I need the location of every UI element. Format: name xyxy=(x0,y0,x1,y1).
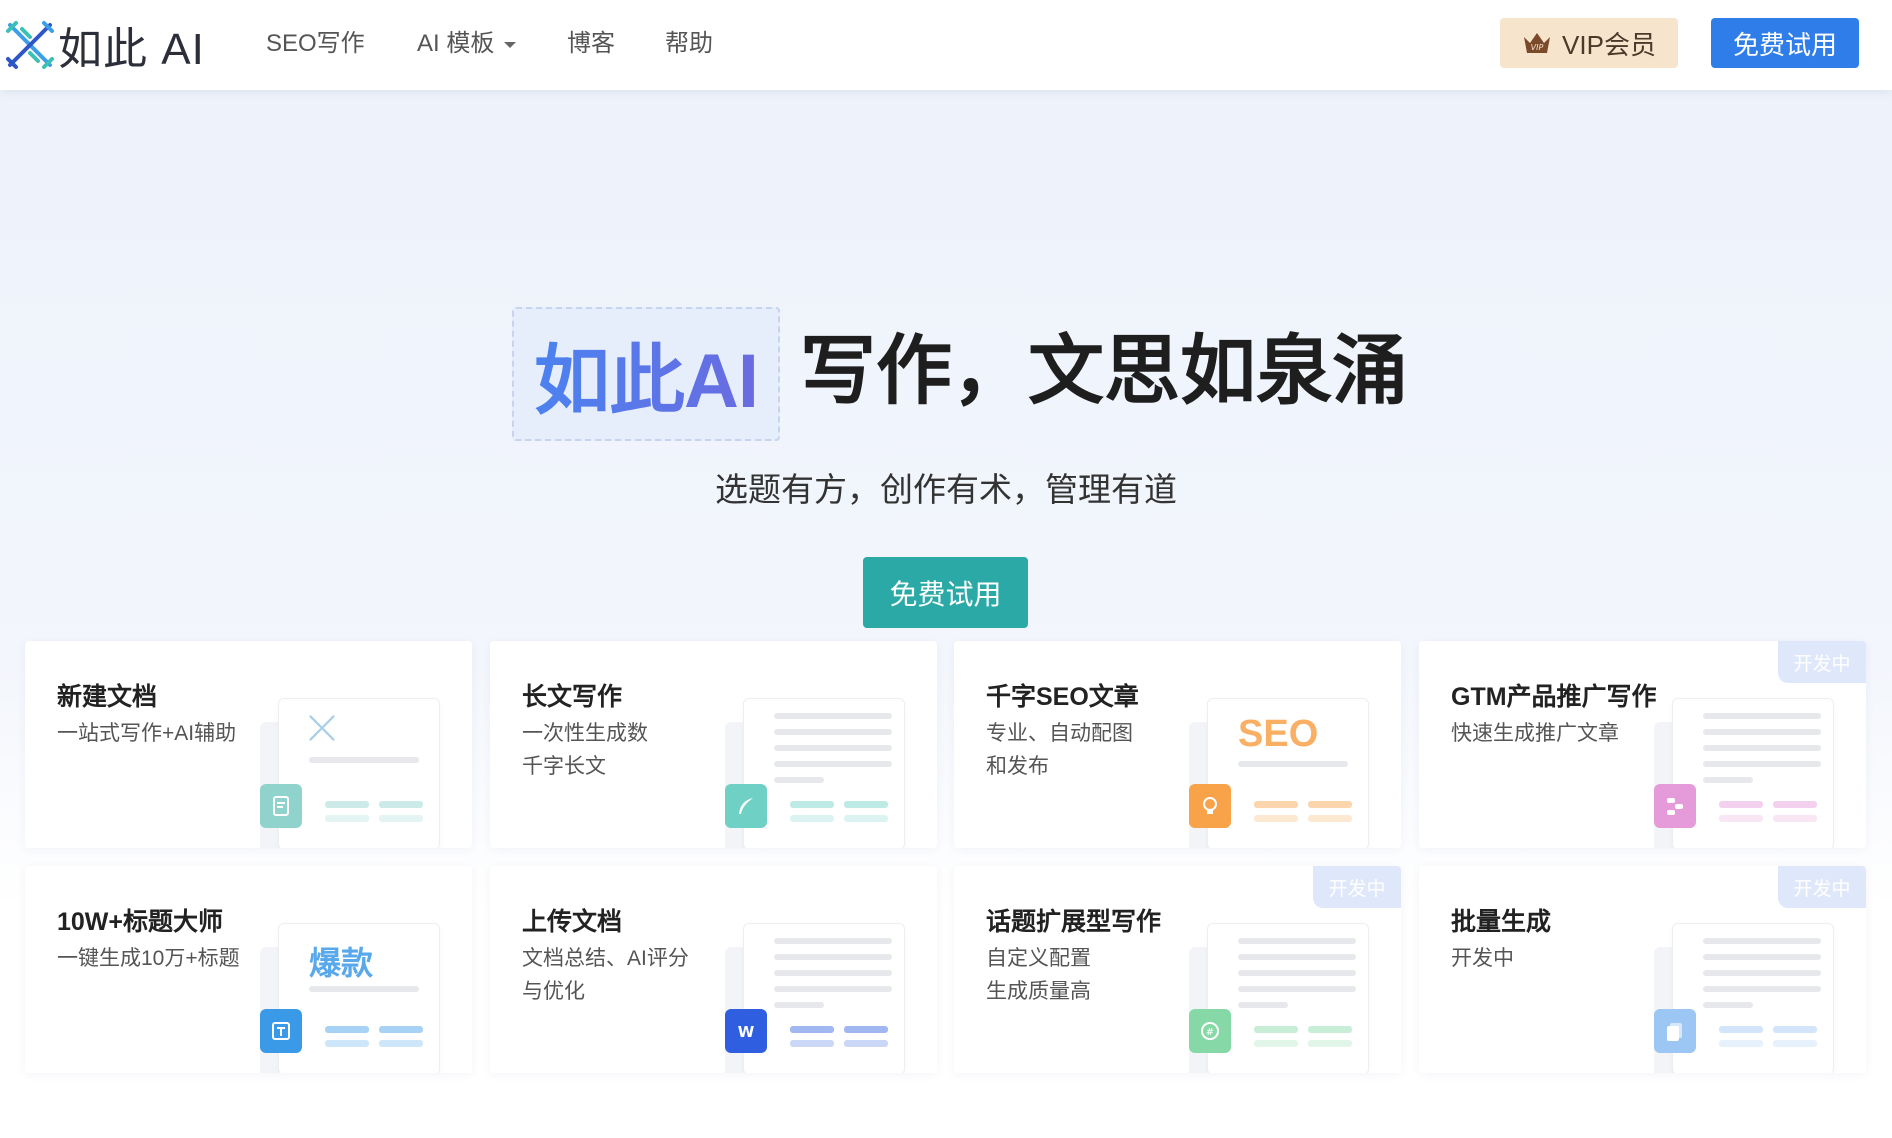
nav-ai-templates-label: AI 模板 xyxy=(417,30,495,57)
card-description: 开发中 xyxy=(1451,947,1514,970)
nav-seo-writing[interactable]: SEO写作 xyxy=(266,26,365,62)
card-title: 千字SEO文章 xyxy=(986,683,1139,711)
feather-icon xyxy=(725,784,767,828)
feature-card-seo-article[interactable]: 千字SEO文章专业、自动配图 和发布 SEO xyxy=(954,641,1401,848)
card-title: 10W+标题大师 xyxy=(57,908,224,936)
vip-membership-button[interactable]: VIP VIP会员 xyxy=(1500,18,1678,68)
nav-help[interactable]: 帮助 xyxy=(665,26,713,62)
card-illustration: 爆款 xyxy=(260,923,460,1073)
card-description: 自定义配置 生成质量高 xyxy=(986,947,1091,1003)
card-description: 快速生成推广文章 xyxy=(1451,722,1619,745)
card-description: 文档总结、AI评分 与优化 xyxy=(522,947,689,1003)
nav-blog[interactable]: 博客 xyxy=(567,26,615,62)
card-illustration: # xyxy=(1189,923,1389,1073)
in-development-badge: 开发中 xyxy=(1778,866,1866,908)
feature-card-gtm-promo-writing[interactable]: GTM产品推广写作快速生成推广文章 开发中 xyxy=(1419,641,1866,848)
card-title: 批量生成 xyxy=(1451,908,1552,936)
brand-logo[interactable]: 如此 AI xyxy=(4,18,205,74)
free-trial-button[interactable]: 免费试用 xyxy=(1711,18,1859,68)
hero-brand: 如此AI xyxy=(534,319,759,429)
flow-icon xyxy=(1654,784,1696,828)
card-title: 上传文档 xyxy=(522,908,623,936)
hashtag-icon: # xyxy=(1189,1009,1231,1053)
feature-card-long-form-writing[interactable]: 长文写作一次性生成数 千字长文 xyxy=(490,641,937,848)
in-development-badge: 开发中 xyxy=(1778,641,1866,683)
card-illustration xyxy=(725,698,925,848)
card-title: 话题扩展型写作 xyxy=(986,908,1162,936)
logo-text: 如此 AI xyxy=(58,25,205,74)
top-navbar: 如此 AI SEO写作 AI 模板 博客 帮助 VIP VIP会员 免费试用 xyxy=(0,0,1892,90)
feature-card-new-document[interactable]: 新建文档一站式写作+AI辅助 xyxy=(25,641,472,848)
card-description: 专业、自动配图 和发布 xyxy=(986,722,1133,778)
text-t-icon xyxy=(260,1009,302,1053)
card-illustration xyxy=(1654,923,1854,1073)
card-illustration xyxy=(1654,698,1854,848)
card-illustration: W xyxy=(725,923,925,1073)
logo-mark-icon xyxy=(309,715,335,741)
illustration-keyword: SEO xyxy=(1238,713,1319,755)
hero-subtitle: 选题有方，创作有术，管理有道 xyxy=(715,471,1177,508)
batch-docs-icon xyxy=(1654,1009,1696,1053)
svg-text:VIP: VIP xyxy=(1531,43,1544,52)
card-illustration: SEO xyxy=(1189,698,1389,848)
card-description: 一次性生成数 千字长文 xyxy=(522,722,648,778)
feature-card-topic-expansion-writing[interactable]: 话题扩展型写作自定义配置 生成质量高 开发中 # xyxy=(954,866,1401,1073)
nav-ai-templates[interactable]: AI 模板 xyxy=(417,26,517,62)
hero-free-trial-button[interactable]: 免费试用 xyxy=(863,557,1028,628)
feature-card-upload-document[interactable]: 上传文档文档总结、AI评分 与优化 W xyxy=(490,866,937,1073)
vip-crown-icon: VIP xyxy=(1524,33,1551,53)
logo-mark-icon xyxy=(6,21,54,69)
lightbulb-icon xyxy=(1189,784,1231,828)
svg-text:#: # xyxy=(1206,1027,1214,1038)
chevron-down-icon xyxy=(504,41,517,48)
card-title: GTM产品推广写作 xyxy=(1451,683,1657,711)
vip-label: VIP会员 xyxy=(1562,29,1656,60)
word-icon: W xyxy=(725,1009,767,1053)
card-description: 一键生成10万+标题 xyxy=(57,947,240,970)
document-icon xyxy=(260,784,302,828)
feature-card-batch-generation[interactable]: 批量生成 开发中 开发中 xyxy=(1419,866,1866,1073)
svg-text:W: W xyxy=(738,1023,755,1041)
hero-brand-badge: 如此AI xyxy=(512,307,780,441)
feature-card-headline-master[interactable]: 10W+标题大师一键生成10万+标题 爆款 xyxy=(25,866,472,1073)
card-description: 一站式写作+AI辅助 xyxy=(57,722,237,745)
card-illustration xyxy=(260,698,460,848)
hero-title: 写作，文思如泉涌 xyxy=(800,329,1408,414)
in-development-badge: 开发中 xyxy=(1313,866,1401,908)
card-title: 新建文档 xyxy=(57,683,158,711)
card-title: 长文写作 xyxy=(522,683,623,711)
illustration-keyword: 爆款 xyxy=(309,945,374,981)
